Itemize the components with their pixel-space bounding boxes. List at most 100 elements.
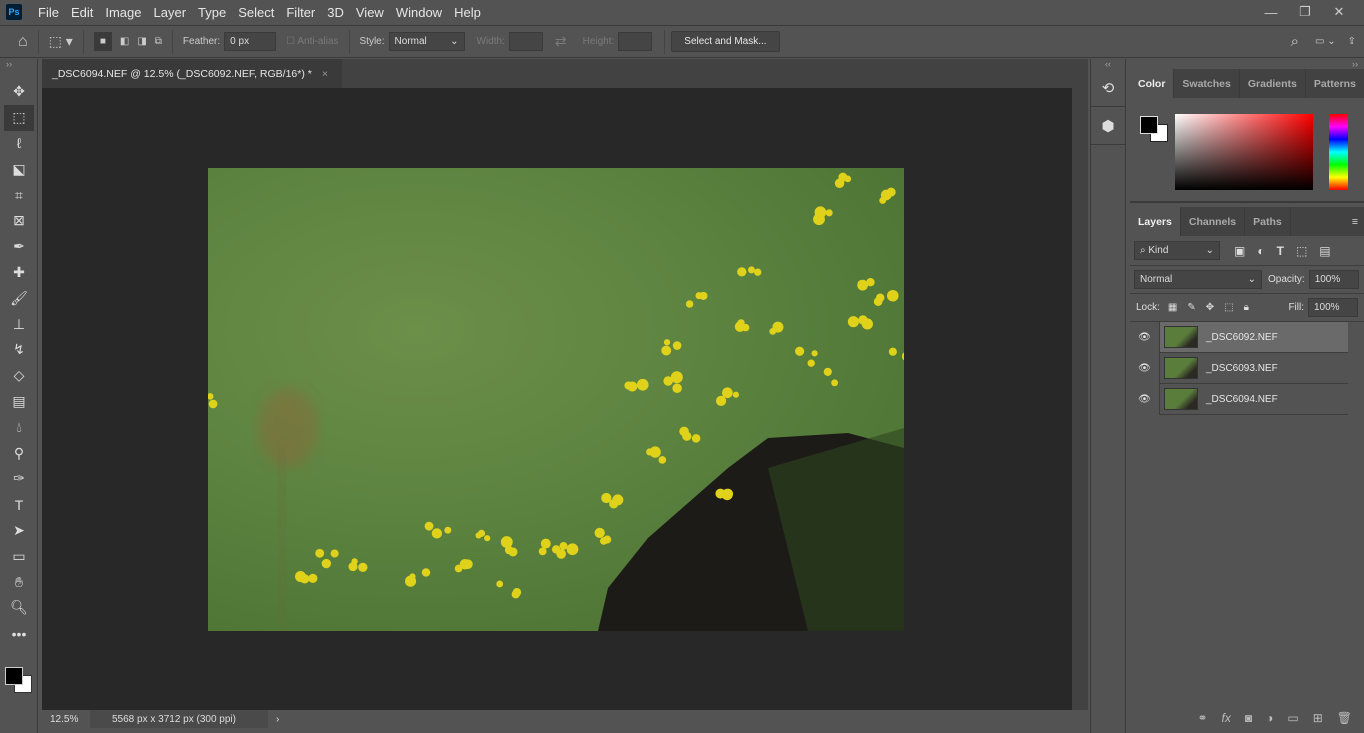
layer-row[interactable]: 👁︎ _DSC6094.NEF [1130, 383, 1348, 415]
fx-icon[interactable]: fx [1222, 711, 1231, 725]
blur-icon[interactable]: 💧︎ [0, 414, 38, 440]
menu-file[interactable]: File [32, 5, 65, 20]
dodge-icon[interactable]: ⚲ [0, 440, 38, 466]
type-icon[interactable]: T [0, 492, 38, 518]
hue-slider[interactable] [1329, 114, 1348, 190]
feather-input[interactable]: 0 px [224, 32, 277, 51]
shape-filter-icon[interactable]: ⬚ [1296, 244, 1307, 258]
menu-image[interactable]: Image [99, 5, 147, 20]
gradient-icon[interactable]: ▤ [0, 389, 38, 415]
eyedropper-icon[interactable]: ✒ [0, 234, 38, 260]
menu-filter[interactable]: Filter [280, 5, 321, 20]
object-select-icon[interactable]: ⬕ [0, 156, 38, 182]
intersect-selection-icon[interactable]: ⧉ [155, 36, 162, 47]
trash-icon[interactable]: 🗑︎ [1337, 711, 1352, 725]
layer-row[interactable]: 👁︎ _DSC6093.NEF [1130, 352, 1348, 384]
menu-view[interactable]: View [350, 5, 390, 20]
smart-object-filter-icon[interactable]: ▤ [1319, 244, 1330, 258]
visibility-eye-icon[interactable]: 👁︎ [1130, 383, 1160, 415]
select-and-mask-button[interactable]: Select and Mask... [671, 31, 780, 52]
expand-icon[interactable]: ›› [0, 59, 37, 79]
menu-help[interactable]: Help [448, 5, 487, 20]
marquee-preset-icon[interactable]: ⬚ ▾ [49, 33, 73, 50]
new-selection-icon[interactable]: ■ [93, 32, 112, 51]
share-icon[interactable]: ⇪ [1348, 36, 1356, 47]
menu-select[interactable]: Select [232, 5, 280, 20]
more-icon[interactable]: ••• [0, 621, 38, 647]
lasso-icon[interactable]: ℓ [0, 131, 38, 157]
color-field[interactable] [1175, 114, 1313, 190]
search-icon[interactable]: ⌕ [1291, 33, 1299, 50]
rectangle-icon[interactable]: ▭ [0, 543, 38, 569]
antialias-checkbox[interactable]: ☐ Anti-alias [286, 36, 338, 47]
menu-3d[interactable]: 3D [321, 5, 350, 20]
lock-all-icon[interactable]: 🔒︎ [1244, 302, 1249, 313]
history-brush-icon[interactable]: ↯ [0, 337, 38, 363]
adjustment-filter-icon[interactable]: ◐ [1257, 244, 1264, 258]
eraser-icon[interactable]: ◇ [0, 363, 38, 389]
tab-paths[interactable]: Paths [1245, 207, 1291, 236]
marquee-icon[interactable]: ⬚ [4, 104, 34, 131]
style-select[interactable]: Normal ⌄ [388, 32, 465, 51]
color-swatches[interactable] [0, 657, 37, 697]
tab-swatches[interactable]: Swatches [1174, 69, 1240, 98]
fill-input[interactable]: 100% [1308, 298, 1358, 317]
document-tab[interactable]: _DSC6094.NEF @ 12.5% (_DSC6092.NEF, RGB/… [42, 59, 342, 88]
folder-icon[interactable]: ▭ [1287, 711, 1298, 725]
move-icon[interactable]: ✥ [0, 79, 38, 105]
path-select-icon[interactable]: ➤ [0, 518, 38, 544]
height-input[interactable] [618, 32, 653, 51]
lock-artboard-icon[interactable]: ⬚ [1224, 302, 1233, 313]
menu-layer[interactable]: Layer [148, 5, 193, 20]
fg-color-chip[interactable] [1140, 116, 1158, 134]
blend-mode-select[interactable]: Normal ⌄ [1134, 270, 1262, 289]
workspace-icon[interactable]: ▭ ⌄ [1315, 36, 1336, 47]
close-window-button[interactable]: ✕ [1322, 4, 1356, 20]
zoom-level[interactable]: 12.5% [42, 714, 90, 725]
opacity-input[interactable]: 100% [1308, 270, 1359, 289]
3d-materials-icon[interactable]: ⬢ [1091, 107, 1125, 145]
minimize-button[interactable]: — [1254, 5, 1288, 20]
tab-channels[interactable]: Channels [1181, 207, 1246, 236]
collapse-panels-icon[interactable]: ›› [1130, 59, 1364, 69]
menu-type[interactable]: Type [192, 5, 232, 20]
visibility-eye-icon[interactable]: 👁︎ [1130, 321, 1160, 353]
status-menu-arrow[interactable]: › [276, 714, 279, 725]
type-filter-icon[interactable]: T [1277, 244, 1284, 258]
width-input[interactable] [508, 32, 543, 51]
canvas-area[interactable] [42, 88, 1072, 710]
mask-icon[interactable]: ◙ [1245, 711, 1252, 725]
tab-layers[interactable]: Layers [1130, 207, 1181, 236]
history-icon[interactable]: ⟲ [1091, 69, 1125, 107]
lock-position-icon[interactable]: ✥ [1206, 302, 1214, 313]
zoom-icon[interactable]: 🔍︎ [0, 595, 38, 621]
subtract-selection-icon[interactable]: ◨ [137, 36, 146, 47]
lock-transparency-icon[interactable]: ▦ [1168, 302, 1177, 313]
hand-icon[interactable]: ✋︎ [0, 569, 38, 595]
pen-icon[interactable]: ✑ [0, 466, 38, 492]
swap-icon[interactable]: ⇄ [555, 33, 567, 50]
adjustment-icon[interactable]: ◑ [1266, 711, 1273, 725]
crop-icon[interactable]: ⌗ [0, 182, 38, 208]
home-icon[interactable]: ⌂ [18, 33, 28, 51]
menu-window[interactable]: Window [390, 5, 448, 20]
layer-row[interactable]: 👁︎ _DSC6092.NEF [1130, 321, 1348, 353]
close-tab-icon[interactable]: × [322, 68, 328, 80]
restore-button[interactable]: ❐ [1288, 4, 1322, 20]
layers-menu-icon[interactable]: ≡ [1352, 216, 1364, 228]
document-image[interactable] [208, 168, 904, 631]
healing-icon[interactable]: ✚ [0, 260, 38, 286]
stamp-icon[interactable]: ⊥ [0, 311, 38, 337]
foreground-color-swatch[interactable] [5, 666, 23, 685]
lock-pixels-icon[interactable]: ✎ [1187, 302, 1195, 313]
tab-gradients[interactable]: Gradients [1240, 69, 1306, 98]
collapse-icon[interactable]: ‹‹ [1091, 59, 1125, 69]
kind-filter-select[interactable]: ⌕ Kind ⌄ [1134, 241, 1220, 260]
link-icon[interactable]: ⚭ [1197, 711, 1207, 725]
add-selection-icon[interactable]: ◧ [120, 36, 129, 47]
pixel-filter-icon[interactable]: ▣ [1234, 244, 1245, 258]
tab-color[interactable]: Color [1130, 69, 1175, 98]
frame-icon[interactable]: ⊠ [0, 208, 38, 234]
menu-edit[interactable]: Edit [65, 5, 99, 20]
visibility-eye-icon[interactable]: 👁︎ [1130, 352, 1160, 384]
